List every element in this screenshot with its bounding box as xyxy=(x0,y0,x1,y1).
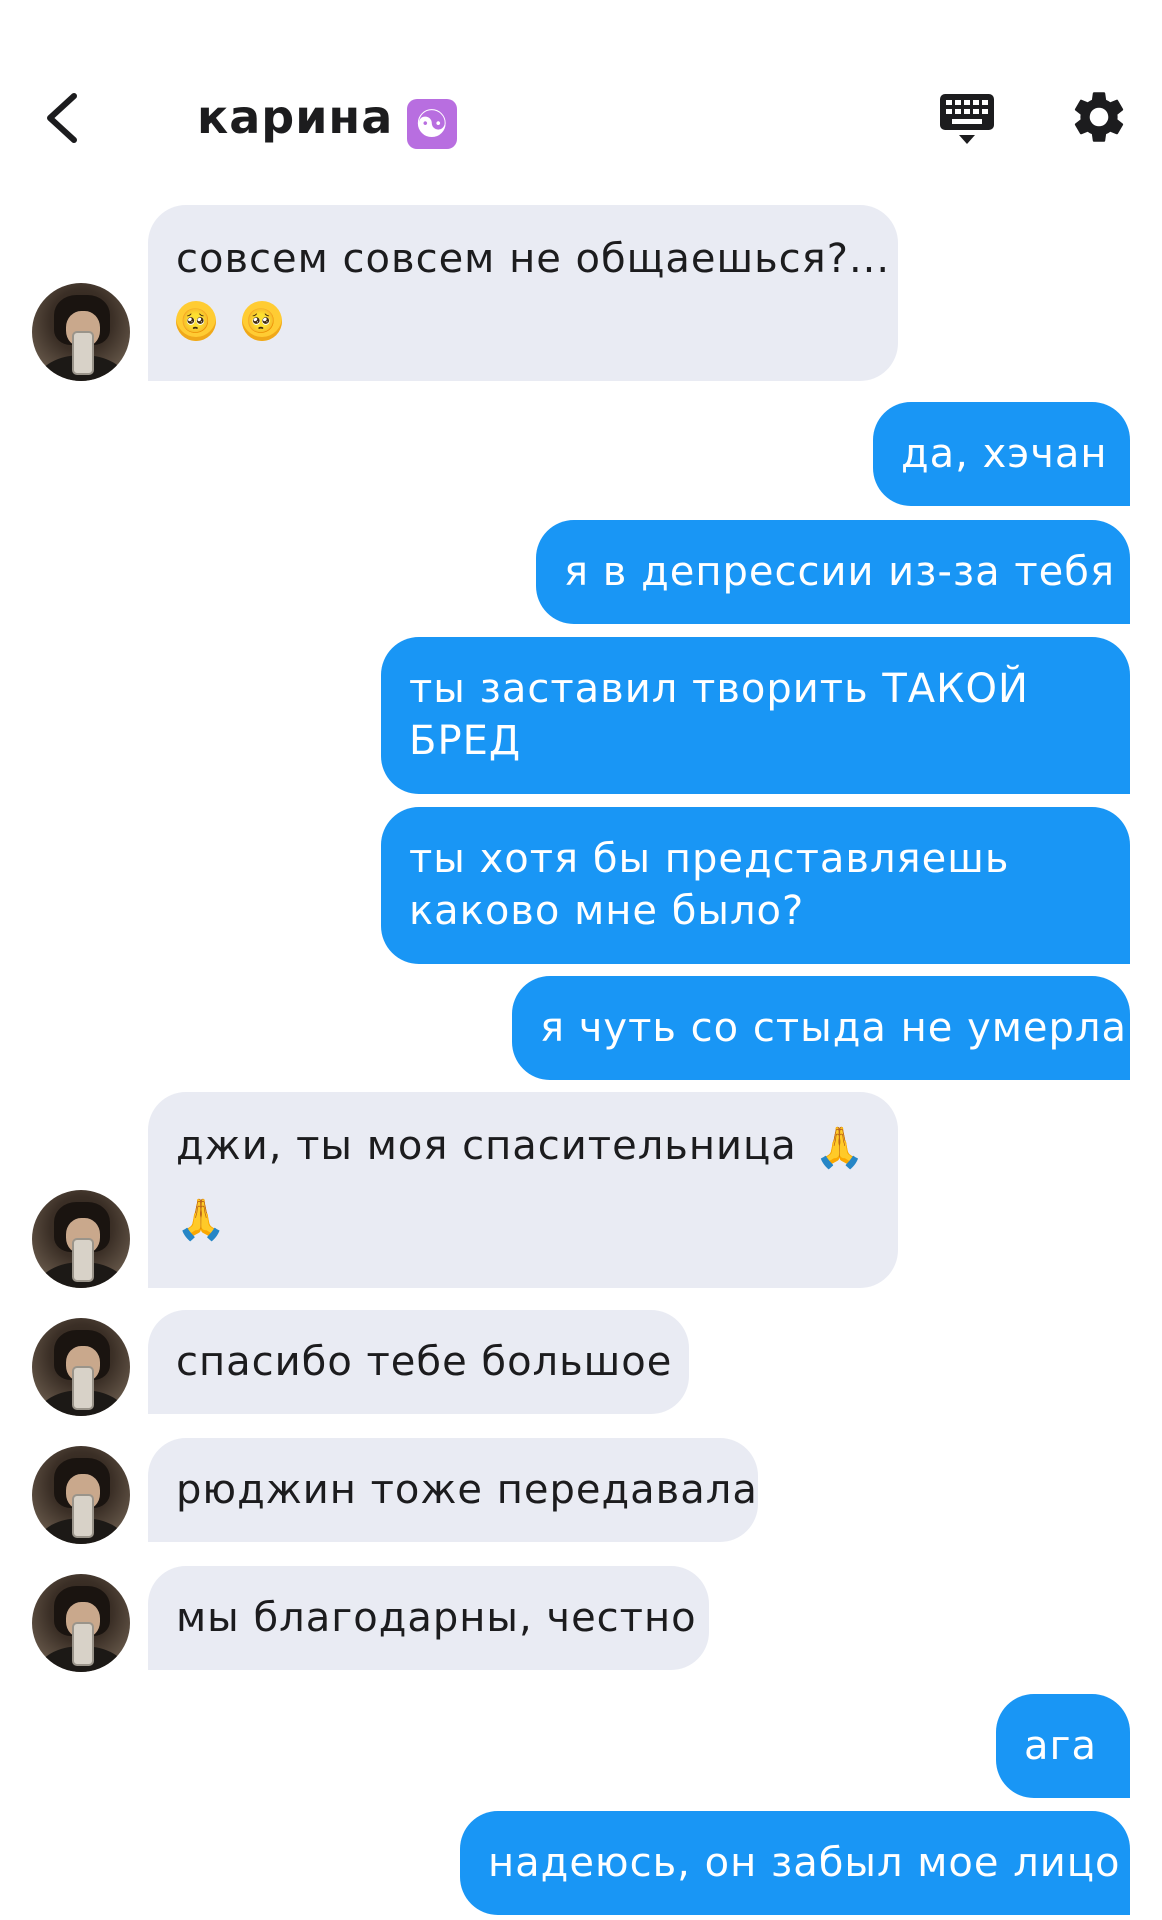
message-line: джи, ты моя спасительница 🙏 xyxy=(176,1120,870,1172)
incoming-message[interactable]: мы благодарны, честно xyxy=(148,1566,709,1670)
contact-avatar[interactable] xyxy=(32,1190,130,1288)
contact-avatar[interactable] xyxy=(32,1318,130,1416)
pleading-face-icon: 🥺 xyxy=(241,301,282,341)
contact-avatar[interactable] xyxy=(32,1446,130,1544)
outgoing-message[interactable]: ага xyxy=(996,1694,1130,1798)
contact-avatar[interactable] xyxy=(32,283,130,381)
outgoing-message[interactable]: ты заставил творить ТАКОЙ БРЕД xyxy=(381,637,1130,794)
emoji-row: 🙏 xyxy=(176,1192,870,1244)
outgoing-message[interactable]: надеюсь, он забыл мое лицо xyxy=(460,1811,1130,1915)
incoming-message[interactable]: рюджин тоже передавала xyxy=(148,1438,758,1542)
message-text: БРЕД xyxy=(409,718,522,764)
outgoing-message[interactable]: я в депрессии из-за тебя xyxy=(536,520,1130,624)
message-text: спасибо тебе большое xyxy=(176,1339,673,1385)
message-text: ты хотя бы представляешь xyxy=(409,836,1010,882)
outgoing-message[interactable]: я чуть со стыда не умерла xyxy=(512,976,1130,1080)
folded-hands-icon: 🙏 xyxy=(814,1125,866,1171)
message-text: да, хэчан xyxy=(901,431,1108,477)
message-text: я в депрессии из-за тебя xyxy=(564,549,1116,595)
message-text: я чуть со стыда не умерла xyxy=(540,1005,1128,1051)
message-text: ты заставил творить ТАКОЙ xyxy=(409,666,1029,712)
emoji-row: 🥺 🥺 xyxy=(176,293,870,345)
message-text: мы благодарны, честно xyxy=(176,1595,697,1641)
incoming-message[interactable]: совсем совсем не общаешься?... 🥺 🥺 xyxy=(148,205,898,381)
pleading-face-icon: 🥺 xyxy=(176,301,216,341)
incoming-message[interactable]: джи, ты моя спасительница 🙏 🙏 xyxy=(148,1092,898,1288)
message-text: совсем совсем не общаешься?... xyxy=(176,236,891,282)
outgoing-message[interactable]: ты хотя бы представляешь каково мне было… xyxy=(381,807,1130,964)
outgoing-message[interactable]: да, хэчан xyxy=(873,402,1130,506)
message-text: рюджин тоже передавала xyxy=(176,1467,758,1513)
message-text: каково мне было? xyxy=(409,888,805,934)
message-text: джи, ты моя спасительница xyxy=(176,1123,797,1169)
message-text: ага xyxy=(1024,1723,1098,1769)
incoming-message[interactable]: спасибо тебе большое xyxy=(148,1310,689,1414)
folded-hands-icon: 🙏 xyxy=(176,1197,227,1243)
contact-avatar[interactable] xyxy=(32,1574,130,1672)
message-text: надеюсь, он забыл мое лицо xyxy=(488,1840,1121,1886)
message-thread[interactable]: совсем совсем не общаешься?... 🥺 🥺 да, х… xyxy=(0,0,1162,1920)
